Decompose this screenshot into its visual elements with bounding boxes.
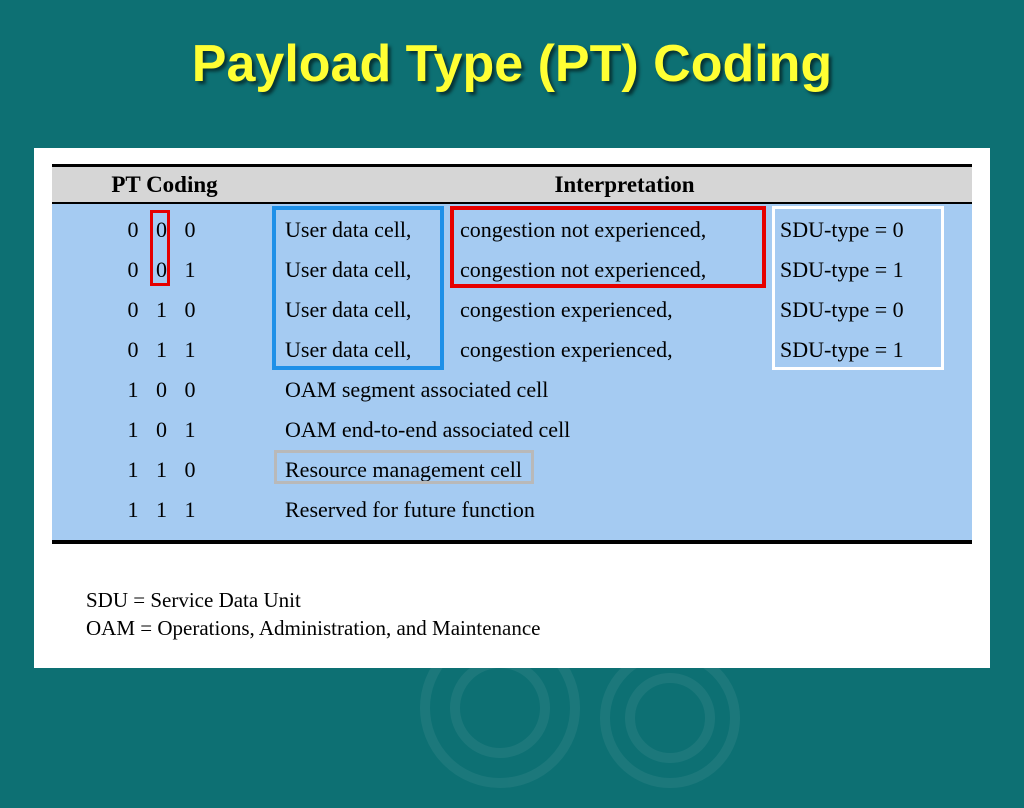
legend-oam: OAM = Operations, Administration, and Ma… [86,614,541,642]
cell-interp-b: congestion not experienced, [452,257,772,283]
cell-interp-b: congestion not experienced, [452,217,772,243]
cell-interp-c: SDU-type = 1 [772,337,942,363]
cell-interp-c: SDU-type = 1 [772,257,942,283]
pt-coding-table: PT Coding Interpretation 0 0 0 User data… [52,164,972,544]
cell-interp-a: User data cell, [277,257,452,283]
cell-interp-a: User data cell, [277,337,452,363]
cell-interp: Reserved for future function [277,497,972,523]
cell-interp-b: congestion experienced, [452,297,772,323]
cell-code: 1 0 0 [52,377,277,403]
cell-interp: Resource management cell [277,457,972,483]
table-header-row: PT Coding Interpretation [52,164,972,204]
cell-code: 1 1 1 [52,497,277,523]
cell-interp-c: SDU-type = 0 [772,297,942,323]
cell-code: 0 0 1 [52,257,277,283]
cell-interp: OAM end-to-end associated cell [277,417,972,443]
table-row: 0 0 1 User data cell, congestion not exp… [52,250,972,290]
cell-interp: OAM segment associated cell [277,377,972,403]
slide-title: Payload Type (PT) Coding [0,0,1024,94]
legend: SDU = Service Data Unit OAM = Operations… [86,586,541,643]
cell-interp-a: User data cell, [277,217,452,243]
table-row: 0 1 0 User data cell, congestion experie… [52,290,972,330]
cell-code: 0 1 0 [52,297,277,323]
content-panel: PT Coding Interpretation 0 0 0 User data… [34,148,990,668]
table-row: 0 1 1 User data cell, congestion experie… [52,330,972,370]
cell-interp-c: SDU-type = 0 [772,217,942,243]
table-row: 1 1 0 Resource management cell [52,450,972,490]
table-row: 1 1 1 Reserved for future function [52,490,972,530]
legend-sdu: SDU = Service Data Unit [86,586,541,614]
cell-code: 1 0 1 [52,417,277,443]
cell-code: 0 0 0 [52,217,277,243]
table-row: 1 0 0 OAM segment associated cell [52,370,972,410]
cell-code: 1 1 0 [52,457,277,483]
table-row: 1 0 1 OAM end-to-end associated cell [52,410,972,450]
cell-interp-b: congestion experienced, [452,337,772,363]
cell-code: 0 1 1 [52,337,277,363]
header-pt-coding: PT Coding [52,172,277,198]
table-body: 0 0 0 User data cell, congestion not exp… [52,204,972,544]
header-interpretation: Interpretation [277,172,972,198]
cell-interp-a: User data cell, [277,297,452,323]
table-row: 0 0 0 User data cell, congestion not exp… [52,210,972,250]
